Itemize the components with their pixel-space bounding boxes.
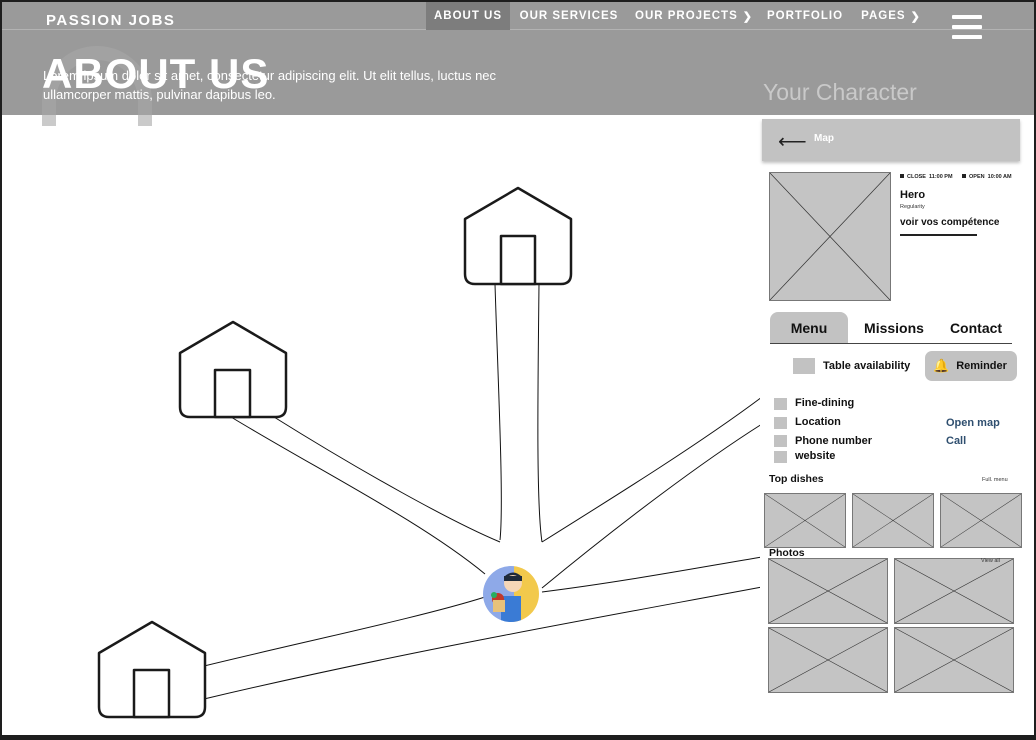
open-hours: OPEN 10:00 AM bbox=[962, 174, 1012, 180]
character-illustration bbox=[491, 572, 522, 622]
character-panel: ⟵ Map CLOSE 11:00 PM OPEN 10:00 AM Hero … bbox=[760, 115, 1034, 735]
photo-image[interactable] bbox=[768, 627, 888, 693]
availability-label: Table availability bbox=[823, 360, 911, 372]
dish-image[interactable] bbox=[940, 493, 1022, 548]
open-map-link[interactable]: Open map bbox=[946, 417, 1000, 429]
open-label: OPEN bbox=[969, 174, 985, 180]
house-door bbox=[132, 668, 171, 719]
skills-link[interactable]: voir vos compétence bbox=[900, 217, 999, 228]
tab-label: Contact bbox=[949, 319, 1003, 336]
close-hours: CLOSE 11:00 PM bbox=[900, 174, 953, 180]
top-dishes-heading: Top dishes bbox=[769, 473, 824, 485]
tab-divider bbox=[770, 343, 1012, 344]
info-bullet bbox=[774, 451, 787, 463]
path-line bbox=[203, 586, 763, 700]
house-door bbox=[213, 368, 252, 419]
path-line bbox=[203, 596, 486, 667]
path-line bbox=[230, 416, 486, 575]
tab-menu[interactable]: Menu bbox=[770, 312, 848, 343]
info-fine-dining: Fine-dining bbox=[795, 397, 855, 409]
info-bullet bbox=[774, 435, 787, 447]
hero-name: Hero bbox=[900, 189, 926, 201]
view-all-link[interactable]: View all bbox=[981, 558, 1000, 564]
path-line bbox=[494, 283, 502, 541]
info-bullet bbox=[774, 417, 787, 429]
photo-image[interactable] bbox=[894, 627, 1014, 693]
info-phone: Phone number bbox=[795, 435, 873, 447]
reminder-button[interactable]: 🔔 Reminder bbox=[925, 351, 1017, 381]
map-bar[interactable]: ⟵ Map bbox=[762, 119, 1020, 161]
tab-label: Menu bbox=[790, 319, 828, 336]
dish-image[interactable] bbox=[764, 493, 846, 548]
photo-image[interactable] bbox=[894, 558, 1014, 624]
hero-image-placeholder bbox=[769, 172, 891, 301]
open-time: 10:00 AM bbox=[987, 174, 1012, 180]
hero-subtitle: Regularity bbox=[900, 204, 925, 210]
close-label: CLOSE bbox=[907, 174, 926, 180]
path-line bbox=[537, 283, 543, 543]
dish-image[interactable] bbox=[852, 493, 934, 548]
house-door bbox=[499, 234, 537, 286]
tab-contact[interactable]: Contact bbox=[940, 312, 1012, 343]
path-line bbox=[273, 416, 501, 543]
photo-image[interactable] bbox=[768, 558, 888, 624]
page-canvas: PASSION JOBS ABOUT US OUR SERVICES OUR P… bbox=[2, 2, 1034, 735]
info-website[interactable]: website bbox=[795, 450, 835, 462]
skills-underline bbox=[900, 234, 977, 236]
close-time: 11:00 PM bbox=[929, 174, 953, 180]
tab-label: Missions bbox=[864, 319, 924, 336]
path-line bbox=[541, 396, 763, 543]
reminder-label: Reminder bbox=[956, 360, 1007, 372]
map-label: Map bbox=[814, 133, 834, 144]
path-line bbox=[541, 423, 763, 589]
info-location: Location bbox=[795, 416, 841, 428]
full-menu-link[interactable]: Full. menu bbox=[982, 477, 1008, 483]
call-link[interactable]: Call bbox=[946, 435, 966, 447]
arrow-left-icon[interactable]: ⟵ bbox=[778, 129, 807, 154]
availability-checkbox[interactable] bbox=[793, 358, 815, 374]
path-line bbox=[541, 556, 763, 593]
tab-missions[interactable]: Missions bbox=[856, 312, 932, 343]
bell-icon: 🔔 bbox=[933, 358, 950, 373]
info-bullet bbox=[774, 398, 787, 410]
avatar-character[interactable] bbox=[483, 566, 539, 622]
